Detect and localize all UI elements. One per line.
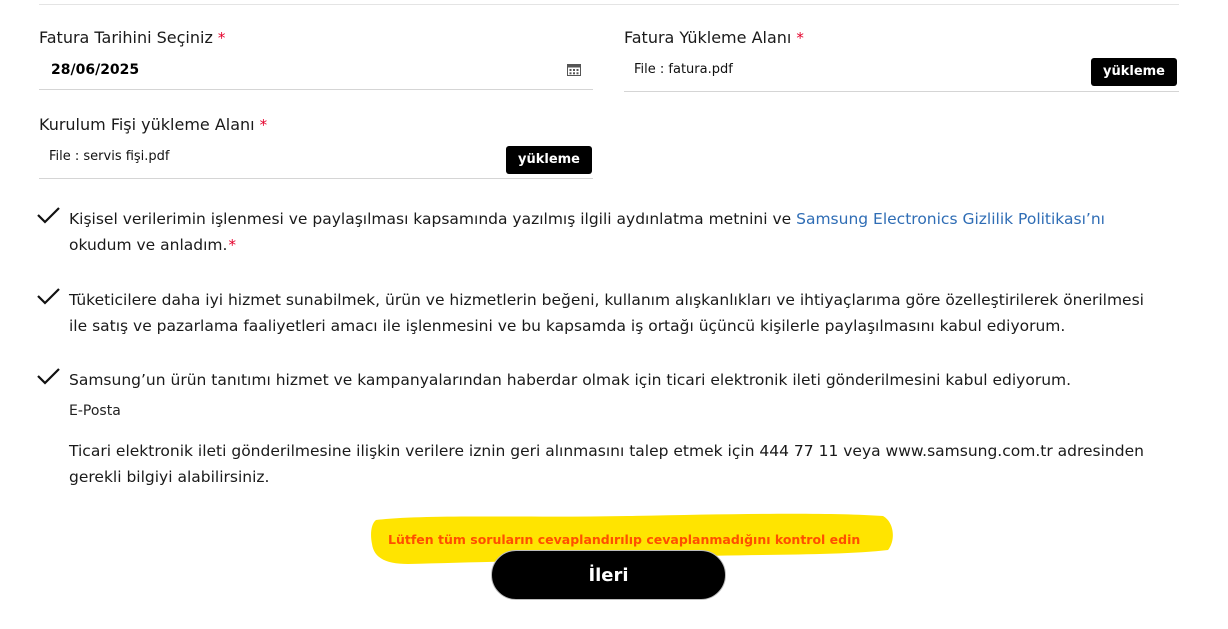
marketing-consent-text: Tüketicilere daha iyi hizmet sunabilmek,… (69, 291, 1144, 335)
checkmark-icon[interactable] (36, 206, 62, 228)
privacy-consent: Kişisel verilerimin işlenmesi ve paylaşı… (36, 206, 1146, 262)
invoice-upload-field: Fatura Yükleme Alanı * File : fatura.pdf … (624, 28, 1179, 92)
invoice-file-name: File : fatura.pdf (634, 62, 733, 77)
invoice-upload-button[interactable]: yükleme (1090, 58, 1177, 86)
required-mark: * (796, 29, 804, 47)
marketing-consent: Tüketicilere daha iyi hizmet sunabilmek,… (36, 287, 1146, 343)
invoice-upload-label-text: Fatura Yükleme Alanı (624, 28, 792, 47)
checkmark-icon[interactable] (36, 367, 62, 389)
calendar-icon[interactable] (567, 63, 581, 76)
checkmark-icon[interactable] (36, 287, 62, 309)
invoice-date-label: Fatura Tarihini Seçiniz * (39, 28, 593, 47)
receipt-upload-label: Kurulum Fişi yükleme Alanı * (39, 115, 593, 134)
invoice-date-label-text: Fatura Tarihini Seçiniz (39, 28, 213, 47)
privacy-policy-link[interactable]: Samsung Electronics Gizlilik Politikası’… (796, 210, 1105, 228)
invoice-upload-label: Fatura Yükleme Alanı * (624, 28, 1179, 47)
withdrawal-info-text: Ticari elektronik ileti gönderilmesine i… (69, 442, 1144, 486)
receipt-upload-label-text: Kurulum Fişi yükleme Alanı (39, 115, 255, 134)
electronic-message-consent: Samsung’un ürün tanıtımı hizmet ve kampa… (36, 367, 1146, 492)
invoice-date-value: 28/06/2025 (51, 62, 140, 78)
electronic-message-consent-text: Samsung’un ürün tanıtımı hizmet ve kampa… (69, 371, 1072, 389)
next-button[interactable]: İleri (491, 550, 726, 600)
receipt-file-name: File : servis fişi.pdf (49, 149, 170, 164)
privacy-consent-text-end: okudum ve anladım. (69, 236, 228, 254)
receipt-upload-button[interactable]: yükleme (505, 146, 592, 174)
privacy-consent-text: Kişisel verilerimin işlenmesi ve paylaşı… (69, 206, 1149, 258)
email-channel-label: E-Posta (69, 403, 121, 419)
required-mark: * (217, 29, 226, 47)
invoice-upload-box: File : fatura.pdf yükleme (624, 57, 1179, 92)
validation-warning: Lütfen tüm soruların cevaplandırılıp cev… (388, 532, 861, 547)
receipt-upload-box: File : servis fişi.pdf yükleme (39, 144, 593, 179)
invoice-date-field: Fatura Tarihini Seçiniz * 28/06/2025 (39, 28, 593, 90)
required-mark: * (228, 236, 236, 254)
required-mark: * (259, 116, 268, 134)
invoice-date-input[interactable]: 28/06/2025 (39, 58, 593, 90)
privacy-consent-text-start: Kişisel verilerimin işlenmesi ve paylaşı… (69, 210, 797, 228)
top-divider (39, 4, 1179, 5)
registration-form: Fatura Tarihini Seçiniz * 28/06/2025 Fatu… (0, 0, 1228, 629)
receipt-upload-field: Kurulum Fişi yükleme Alanı * File : servi… (39, 115, 593, 179)
